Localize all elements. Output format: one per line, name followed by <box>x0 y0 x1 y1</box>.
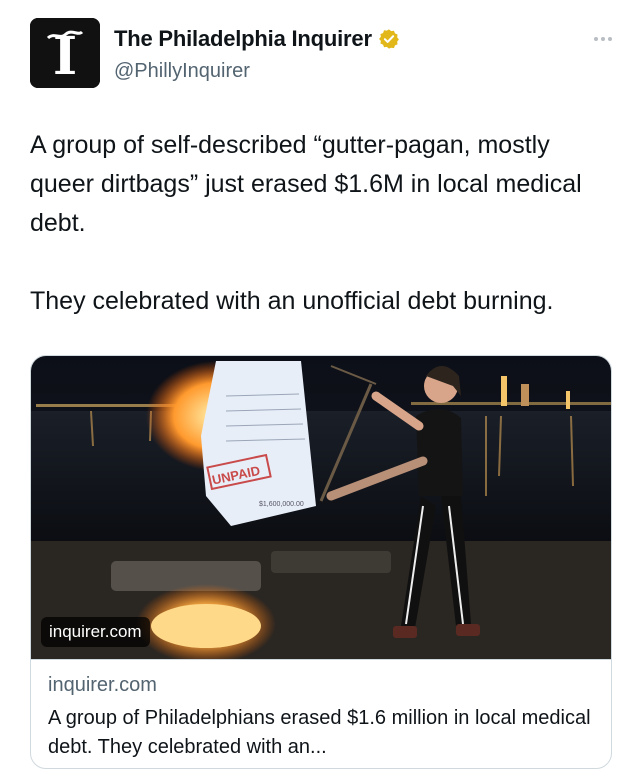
author-name-row: The Philadelphia Inquirer <box>114 26 400 52</box>
avatar[interactable]: I <box>30 18 100 88</box>
author-display-name[interactable]: The Philadelphia Inquirer <box>114 26 372 52</box>
image-domain-badge: inquirer.com <box>41 617 150 647</box>
card-title[interactable]: A group of Philadelphians erased $1.6 mi… <box>48 704 596 762</box>
card-image[interactable]: UNPAID $1,600,000.00 inquirer.com <box>31 356 611 659</box>
tweet-text-paragraph: They celebrated with an unofficial debt … <box>30 287 554 315</box>
more-options-icon[interactable] <box>594 28 620 44</box>
tweet-text: A group of self-described “gutter-pagan,… <box>30 126 620 321</box>
verified-badge-icon <box>378 29 399 49</box>
debt-burning-photo: UNPAID $1,600,000.00 <box>31 356 611 659</box>
link-preview-card[interactable]: UNPAID $1,600,000.00 inquirer.com inquir… <box>30 355 612 769</box>
inquirer-logo-icon: I <box>30 18 100 88</box>
card-divider <box>31 659 611 660</box>
image-amount-text: $1,600,000.00 <box>259 501 304 508</box>
card-domain: inquirer.com <box>48 674 157 696</box>
author-handle[interactable]: @PhillyInquirer <box>114 60 250 83</box>
tweet-text-paragraph: A group of self-described “gutter-pagan,… <box>30 131 582 237</box>
tweet-header: I The Philadelphia Inquirer @PhillyInqui… <box>30 18 620 90</box>
